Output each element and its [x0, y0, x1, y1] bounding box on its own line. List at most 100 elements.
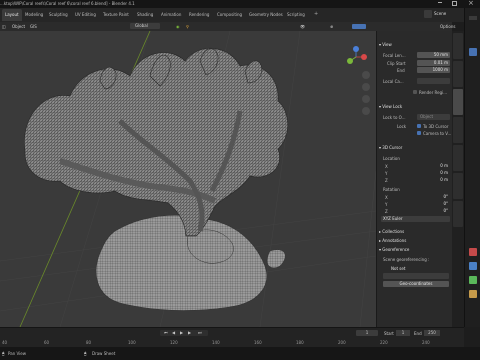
play-icon[interactable]: ▶: [180, 330, 183, 335]
add-workspace-icon[interactable]: +: [314, 11, 318, 17]
tab-uv-editing[interactable]: UV Editing: [72, 9, 99, 21]
lock-object-field[interactable]: Object: [417, 114, 450, 120]
scene-icon[interactable]: [424, 10, 432, 18]
panel-3d-cursor-header[interactable]: ▾ 3D Cursor: [379, 144, 451, 152]
pivot-icon[interactable]: ◉: [176, 24, 180, 29]
timeline[interactable]: ⏮ ◀ ▶ ▶ ⏭ 1 Start 1 End 250 40 60 80 100…: [0, 327, 464, 347]
lock-3d-cursor-checkbox[interactable]: [417, 124, 421, 128]
visibility-icon[interactable]: 👁: [300, 24, 305, 29]
ruler-tick: 220: [380, 340, 388, 345]
panel-georeference-header[interactable]: ▾ Georeference: [379, 246, 451, 254]
minimize-icon[interactable]: [438, 2, 442, 3]
perspective-toggle-icon: [362, 107, 370, 115]
viewport-canvas: [0, 31, 376, 327]
tab-texture-paint[interactable]: Texture Paint: [100, 9, 132, 21]
sidebar-tabs: [452, 31, 464, 327]
geo-coordinates-button[interactable]: Geo-coordinates: [383, 281, 449, 287]
render-region-checkbox[interactable]: [413, 90, 417, 94]
tab-shading[interactable]: Shading: [134, 9, 156, 21]
start-frame-label: Start: [384, 331, 394, 336]
tab-node-wrangler[interactable]: [453, 201, 463, 227]
playback-controls[interactable]: ⏮ ◀ ▶ ▶ ⏭: [160, 330, 208, 336]
tab-animation[interactable]: Animation: [158, 9, 184, 21]
current-frame-field[interactable]: 1: [356, 330, 378, 336]
gizmo-toggle-icon[interactable]: ⊕: [330, 24, 333, 29]
tab-blenderkit[interactable]: [453, 173, 463, 199]
lock-object-label: Lock to O...: [383, 115, 406, 120]
outliner-icon[interactable]: [469, 16, 477, 20]
local-camera-field[interactable]: [417, 78, 450, 84]
tab-create[interactable]: [453, 117, 463, 143]
location-x-field[interactable]: 0 m: [381, 163, 450, 169]
title-bar: ...ktop\WIP\Coral reefs\Coral reef 6\cor…: [0, 0, 480, 8]
modifier-props-icon[interactable]: [469, 262, 477, 270]
tab-edit[interactable]: [453, 145, 463, 171]
maximize-icon[interactable]: [452, 1, 457, 6]
tab-modeling[interactable]: Modeling: [22, 9, 46, 21]
frame-ruler[interactable]: 40 60 80 100 120 140 160 180 200 220 240: [0, 340, 464, 347]
status-bar: 🖱 Pan View 🖱 Draw Sheet: [0, 347, 480, 360]
location-y-field[interactable]: 0 m: [381, 170, 450, 176]
view-nav-buttons: [362, 71, 370, 115]
viewport-3d[interactable]: [0, 31, 376, 327]
lock-camera-label: Camera to V...: [423, 131, 452, 136]
tab-scripting[interactable]: Scripting: [284, 9, 308, 21]
location-z-field[interactable]: 0 m: [381, 177, 450, 183]
options-menu[interactable]: Options: [440, 24, 455, 29]
tab-tool[interactable]: [453, 61, 463, 87]
gis-menu[interactable]: GIS: [30, 24, 37, 29]
prev-key-icon[interactable]: ◀: [172, 330, 175, 335]
jump-start-icon[interactable]: ⏮: [164, 330, 168, 335]
clip-end-field[interactable]: 1000 m: [417, 67, 450, 73]
data-props-icon[interactable]: [469, 290, 477, 298]
scene-selector[interactable]: Scene: [434, 11, 446, 16]
window-controls: ×: [434, 0, 480, 8]
tab-item[interactable]: [453, 33, 463, 59]
material-props-icon[interactable]: [469, 276, 477, 284]
tool-props-icon[interactable]: [469, 48, 477, 56]
mouse-icon: 🖱: [84, 351, 87, 356]
tab-layout[interactable]: Layout: [2, 9, 22, 21]
ruler-tick: 140: [212, 340, 220, 345]
close-icon[interactable]: ×: [468, 0, 474, 7]
status-draw-sheet: Draw Sheet: [92, 351, 116, 356]
lock-camera-checkbox[interactable]: [417, 131, 421, 135]
jump-end-icon[interactable]: ⏭: [198, 330, 202, 335]
panel-view-lock-header[interactable]: ▾ View Lock: [379, 103, 451, 111]
clip-start-field[interactable]: 0.01 m: [417, 60, 450, 66]
panel-view-header[interactable]: ▾ View: [379, 41, 451, 49]
ruler-tick: 80: [86, 340, 92, 345]
editor-type-icon[interactable]: ◫: [2, 24, 6, 29]
panel-3d-cursor-title: 3D Cursor: [382, 145, 403, 150]
focal-length-label: Focal Len...: [383, 53, 406, 58]
next-key-icon[interactable]: ▶: [188, 330, 191, 335]
snap-icon[interactable]: ⚲: [186, 24, 189, 29]
panel-annotations-header[interactable]: ▸ Annotations: [379, 237, 451, 245]
lock-label: Lock: [397, 124, 407, 129]
focal-length-field[interactable]: 50 mm: [417, 52, 450, 58]
clip-start-label: Clip Start: [387, 61, 406, 66]
end-frame-label: End: [414, 331, 422, 336]
scene-georef-label: Scene georeferencing :: [383, 257, 430, 262]
rotation-mode-select[interactable]: XYZ Euler: [381, 216, 450, 222]
georef-coords-row: [383, 273, 449, 279]
start-frame-field[interactable]: 1: [396, 330, 410, 336]
panel-collections-header[interactable]: ▸ Collections: [379, 228, 451, 236]
object-menu[interactable]: Object: [12, 24, 25, 29]
ruler-tick: 240: [422, 340, 430, 345]
transform-orientation[interactable]: Global: [130, 23, 160, 29]
end-frame-field[interactable]: 250: [424, 330, 440, 336]
rotation-x-field[interactable]: 0°: [381, 194, 450, 200]
tab-compositing[interactable]: Compositing: [214, 9, 245, 21]
ruler-tick: 40: [2, 340, 8, 345]
tab-sculpting[interactable]: Sculpting: [46, 9, 71, 21]
tab-rendering[interactable]: Rendering: [186, 9, 212, 21]
tab-geometry-nodes[interactable]: Geometry Nodes: [246, 9, 286, 21]
ruler-tick: 120: [170, 340, 178, 345]
object-props-icon[interactable]: [469, 248, 477, 256]
shading-solid-button[interactable]: [352, 24, 366, 29]
rotation-y-field[interactable]: 0°: [381, 201, 450, 207]
location-label: Location: [383, 156, 400, 161]
tab-view[interactable]: [453, 89, 463, 115]
rotation-z-field[interactable]: 0°: [381, 208, 450, 214]
